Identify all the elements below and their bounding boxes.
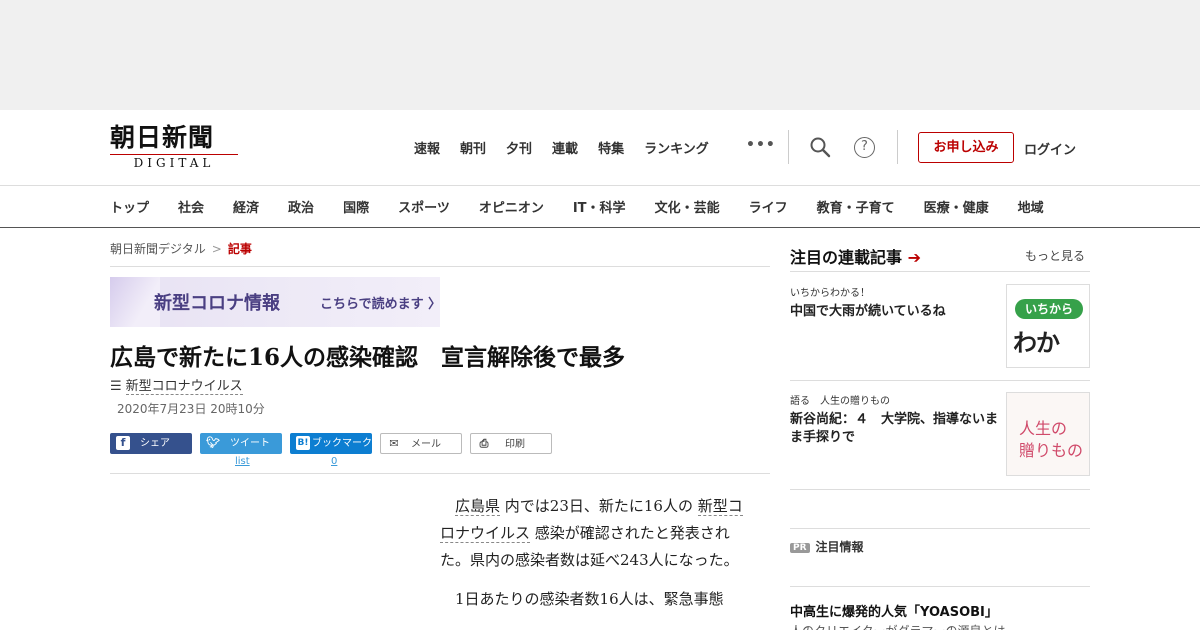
divider bbox=[110, 473, 770, 474]
pr-heading: PR 注目情報 bbox=[790, 538, 864, 555]
divider bbox=[790, 271, 1090, 272]
top-nav: 速報 朝刊 夕刊 連載 特集 ランキング bbox=[414, 138, 729, 157]
ad-band bbox=[0, 0, 1200, 110]
divider bbox=[790, 489, 1090, 490]
banner-stripe bbox=[110, 277, 160, 327]
corona-banner[interactable]: 新型コロナ情報 こちらで読めます 〉 bbox=[110, 277, 440, 327]
category-nav: トップ 社会 経済 政治 国際 スポーツ オピニオン IT・科学 文化・芸能 ラ… bbox=[0, 185, 1200, 228]
nav-tokushu[interactable]: 特集 bbox=[598, 138, 624, 157]
cat-sports[interactable]: スポーツ bbox=[398, 197, 450, 216]
site-header: 朝日新聞 DIGITAL 速報 朝刊 夕刊 連載 特集 ランキング ••• ? … bbox=[0, 110, 1200, 185]
pr-badge: PR bbox=[790, 543, 810, 553]
hatena-count[interactable]: 0 bbox=[331, 456, 337, 467]
cat-seiji[interactable]: 政治 bbox=[288, 197, 314, 216]
list-icon: ☰ bbox=[110, 379, 122, 394]
sidebar-thumbnail: いちから わかる! bbox=[1006, 284, 1090, 368]
cat-chiiki[interactable]: 地域 bbox=[1018, 197, 1044, 216]
nav-ranking[interactable]: ランキング bbox=[644, 138, 709, 157]
thumb-line2: 贈りもの bbox=[1019, 441, 1084, 460]
cat-shakai[interactable]: 社会 bbox=[178, 197, 204, 216]
logo-jp: 朝日新聞 bbox=[110, 123, 215, 152]
divider bbox=[110, 266, 770, 267]
logo-en: DIGITAL bbox=[110, 154, 238, 170]
cat-it[interactable]: IT・科学 bbox=[573, 197, 626, 216]
twitter-share-button[interactable]: 🐦︎ ツイート bbox=[200, 433, 282, 454]
print-label: 印刷 bbox=[505, 439, 525, 450]
article-paragraph: 広島県 内では23日、新たに16人の 新型コロナウイルス 感染が確認されたと発表… bbox=[440, 493, 752, 574]
facebook-share-button[interactable]: f シェア bbox=[110, 433, 192, 454]
facebook-icon: f bbox=[116, 436, 130, 450]
breadcrumb-home[interactable]: 朝日新聞デジタル bbox=[110, 242, 206, 256]
twitter-share-label: ツイート bbox=[230, 438, 270, 449]
thumb-text: わかる! bbox=[1013, 323, 1089, 367]
sidebar-heading[interactable]: 注目の連載記事 ➔ bbox=[790, 244, 921, 268]
pr-item-subtitle: 人のクリエイターがグラマーの源泉とは bbox=[790, 622, 1006, 630]
sidebar-item[interactable]: 語る 人生の贈りもの 新谷尚紀：４ 大学院、指導ないまま手探りで 人生の 贈りも… bbox=[790, 392, 1090, 482]
twitter-icon: 🐦︎ bbox=[206, 436, 220, 449]
thumb-main: わかる bbox=[1013, 329, 1060, 367]
cat-kyoiku[interactable]: 教育・子育て bbox=[817, 197, 895, 216]
pr-heading-text: 注目情報 bbox=[815, 540, 864, 554]
cat-kokusai[interactable]: 国際 bbox=[343, 197, 369, 216]
nav-yuukan[interactable]: 夕刊 bbox=[506, 138, 532, 157]
cat-top[interactable]: トップ bbox=[110, 197, 149, 216]
banner-link: こちらで読めます 〉 bbox=[320, 297, 440, 312]
nav-rensai[interactable]: 連載 bbox=[552, 138, 578, 157]
header-divider bbox=[897, 130, 898, 164]
thumb-pill: いちから bbox=[1015, 299, 1083, 319]
more-icon[interactable]: ••• bbox=[746, 137, 776, 153]
help-icon[interactable]: ? bbox=[854, 137, 875, 158]
article-tag[interactable]: 新型コロナウイルス bbox=[125, 379, 243, 395]
nav-choukan[interactable]: 朝刊 bbox=[460, 138, 486, 157]
mail-button[interactable]: ✉ メール bbox=[380, 433, 462, 454]
cat-iryo[interactable]: 医療・健康 bbox=[924, 197, 989, 216]
cat-keizai[interactable]: 経済 bbox=[233, 197, 259, 216]
sidebar-heading-text: 注目の連載記事 bbox=[790, 248, 903, 267]
nav-sokuho[interactable]: 速報 bbox=[414, 138, 440, 157]
sidebar-thumbnail: 人生の 贈りもの bbox=[1006, 392, 1090, 476]
breadcrumb-separator: > bbox=[211, 242, 222, 256]
facebook-share-label: シェア bbox=[140, 438, 170, 449]
arrow-right-icon: ➔ bbox=[902, 248, 921, 267]
cat-life[interactable]: ライフ bbox=[749, 197, 788, 216]
article-date: 2020年7月23日 20時10分 bbox=[117, 402, 265, 416]
banner-title: 新型コロナ情報 bbox=[154, 293, 280, 314]
printer-icon: ⎙ bbox=[479, 437, 489, 450]
sidebar-item-title: 中国で大雨が続いているね bbox=[790, 304, 946, 319]
pr-item-title[interactable]: 中高生に爆発的人気「YOASOBI」 bbox=[790, 601, 998, 620]
breadcrumb-current: 記事 bbox=[227, 242, 252, 256]
hatena-label: ブックマーク bbox=[312, 438, 372, 449]
link-hiroshima[interactable]: 広島県 bbox=[455, 497, 501, 516]
hatena-icon: B! bbox=[296, 436, 310, 450]
article-headline: 広島で新たに16人の感染確認 宣言解除後で最多 bbox=[110, 344, 626, 371]
article-paragraph: 1日あたりの感染者数16人は、緊急事態 bbox=[455, 590, 724, 608]
divider bbox=[790, 528, 1090, 529]
mail-icon: ✉ bbox=[389, 437, 399, 450]
breadcrumb: 朝日新聞デジタル > 記事 bbox=[110, 240, 252, 257]
paragraph-text: 内では23日、新たに16人の bbox=[504, 497, 693, 515]
thumb-line1: 人生の bbox=[1019, 419, 1068, 438]
print-button[interactable]: ⎙ 印刷 bbox=[470, 433, 552, 454]
login-link[interactable]: ログイン bbox=[1024, 139, 1076, 158]
sidebar-more-link[interactable]: もっと見る bbox=[1025, 247, 1085, 264]
twitter-count[interactable]: list bbox=[235, 456, 250, 467]
site-logo[interactable]: 朝日新聞 DIGITAL bbox=[110, 124, 242, 172]
hatena-bookmark-button[interactable]: B! ブックマーク bbox=[290, 433, 372, 454]
search-icon[interactable] bbox=[809, 136, 831, 158]
header-divider bbox=[788, 130, 789, 164]
apply-button[interactable]: お申し込み bbox=[918, 132, 1014, 163]
sidebar-item[interactable]: いちからわかる！ 中国で大雨が続いているね いちから わかる! bbox=[790, 284, 1090, 374]
divider bbox=[790, 586, 1090, 587]
cat-bunka[interactable]: 文化・芸能 bbox=[655, 197, 720, 216]
mail-label: メール bbox=[411, 439, 441, 450]
sidebar-item-title: 新谷尚紀：４ 大学院、指導ないまま手探りで bbox=[790, 412, 999, 445]
article-body: 広島県 内では23日、新たに16人の 新型コロナウイルス 感染が確認されたと発表… bbox=[440, 493, 752, 625]
cat-opinion[interactable]: オピニオン bbox=[479, 197, 544, 216]
thumb-bang: ! bbox=[1036, 364, 1047, 367]
article-tag-row: ☰ 新型コロナウイルス bbox=[110, 375, 243, 395]
divider bbox=[790, 380, 1090, 381]
